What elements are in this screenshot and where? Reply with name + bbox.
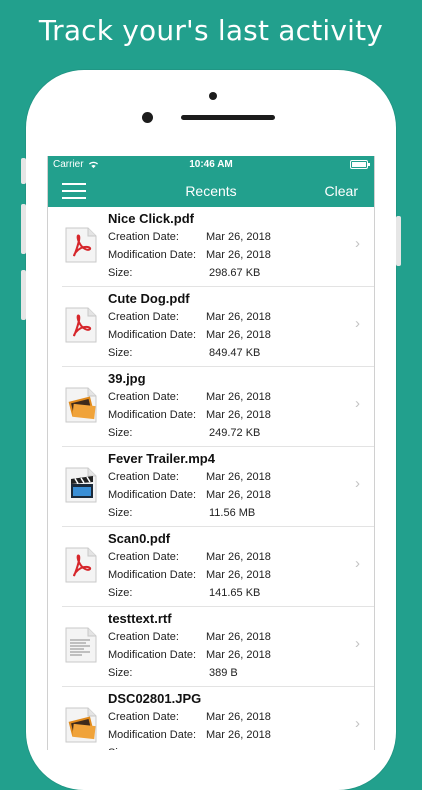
modification-date-value: Mar 26, 2018: [206, 649, 271, 661]
creation-date-label: Creation Date:: [108, 631, 179, 643]
size-value: 249.72 KB: [209, 427, 261, 439]
menu-icon[interactable]: [62, 182, 88, 200]
headline: Track your's last activity: [38, 14, 384, 47]
chevron-right-icon: ›: [355, 395, 360, 412]
modification-date-label: Modification Date:: [108, 249, 197, 261]
file-name: Scan0.pdf: [108, 531, 171, 546]
status-bar: Carrier 10:46 AM: [48, 156, 374, 174]
modification-date-value: Mar 26, 2018: [206, 729, 271, 741]
file-row-6[interactable]: testtext.rtf Creation Date: Mar 26, 2018…: [62, 607, 374, 687]
modification-date-label: Modification Date:: [108, 649, 197, 661]
size-label: Size:: [108, 347, 133, 359]
recent-files-list: Nice Click.pdf Creation Date: Mar 26, 20…: [48, 207, 374, 750]
file-row-2[interactable]: Cute Dog.pdf Creation Date: Mar 26, 2018…: [62, 287, 374, 367]
image-icon: [62, 706, 100, 744]
size-value: 849.47 KB: [209, 347, 261, 359]
size-label: Size:: [108, 667, 133, 679]
size-value: 298.67 KB: [209, 267, 261, 279]
creation-date-value: Mar 26, 2018: [206, 311, 271, 323]
modification-date-label: Modification Date:: [108, 729, 197, 741]
file-name: testtext.rtf: [108, 611, 172, 626]
modification-date-label: Modification Date:: [108, 569, 197, 581]
chevron-right-icon: ›: [355, 635, 360, 652]
pdf-icon: [62, 546, 100, 584]
pdf-icon: [62, 306, 100, 344]
phone-side-button: [21, 158, 26, 184]
file-name: DSC02801.JPG: [108, 691, 202, 706]
creation-date-label: Creation Date:: [108, 311, 179, 323]
file-row-1[interactable]: Nice Click.pdf Creation Date: Mar 26, 20…: [62, 207, 374, 287]
size-label: Size:: [108, 267, 133, 279]
image-icon: [62, 386, 100, 424]
size-label: Size:: [108, 507, 133, 519]
size-value: 11.56 MB: [209, 507, 256, 519]
battery-icon: [350, 160, 370, 169]
creation-date-value: Mar 26, 2018: [206, 711, 271, 723]
creation-date-value: Mar 26, 2018: [206, 551, 271, 563]
earpiece-speaker: [181, 115, 275, 120]
modification-date-value: Mar 26, 2018: [206, 329, 271, 341]
creation-date-value: Mar 26, 2018: [206, 231, 271, 243]
modification-date-value: Mar 26, 2018: [206, 569, 271, 581]
creation-date-label: Creation Date:: [108, 711, 179, 723]
front-camera: [209, 92, 217, 100]
creation-date-label: Creation Date:: [108, 551, 179, 563]
navigation-bar: Recents Clear: [48, 174, 374, 207]
creation-date-label: Creation Date:: [108, 471, 179, 483]
phone-volume-down: [21, 270, 26, 320]
size-label: Size:: [108, 427, 133, 439]
phone-power-button: [396, 216, 401, 266]
modification-date-label: Modification Date:: [108, 409, 197, 421]
text-document-icon: [62, 626, 100, 664]
status-time: 10:46 AM: [189, 159, 233, 170]
app-screen: Carrier 10:46 AM Recents Clear Nice Clic…: [47, 156, 375, 750]
chevron-right-icon: ›: [355, 315, 360, 332]
chevron-right-icon: ›: [355, 235, 360, 252]
file-name: Fever Trailer.mp4: [108, 451, 215, 466]
creation-date-value: Mar 26, 2018: [206, 471, 271, 483]
creation-date-value: Mar 26, 2018: [206, 631, 271, 643]
modification-date-label: Modification Date:: [108, 489, 197, 501]
modification-date-value: Mar 26, 2018: [206, 249, 271, 261]
file-row-5[interactable]: Scan0.pdf Creation Date: Mar 26, 2018 Mo…: [62, 527, 374, 607]
video-icon: [62, 466, 100, 504]
modification-date-value: Mar 26, 2018: [206, 409, 271, 421]
modification-date-value: Mar 26, 2018: [206, 489, 271, 501]
modification-date-label: Modification Date:: [108, 329, 197, 341]
clear-button[interactable]: Clear: [325, 183, 358, 199]
file-row-7[interactable]: DSC02801.JPG Creation Date: Mar 26, 2018…: [62, 687, 374, 750]
file-name: 39.jpg: [108, 371, 146, 386]
proximity-sensor: [142, 112, 153, 123]
file-name: Cute Dog.pdf: [108, 291, 190, 306]
size-value: 141.65 KB: [209, 587, 261, 599]
chevron-right-icon: ›: [355, 475, 360, 492]
creation-date-label: Creation Date:: [108, 391, 179, 403]
size-value: 389 B: [209, 667, 238, 679]
phone-volume-up: [21, 204, 26, 254]
pdf-icon: [62, 226, 100, 264]
file-name: Nice Click.pdf: [108, 211, 194, 226]
creation-date-value: Mar 26, 2018: [206, 391, 271, 403]
chevron-right-icon: ›: [355, 715, 360, 732]
file-row-3[interactable]: 39.jpg Creation Date: Mar 26, 2018 Modif…: [62, 367, 374, 447]
file-row-4[interactable]: Fever Trailer.mp4 Creation Date: Mar 26,…: [62, 447, 374, 527]
chevron-right-icon: ›: [355, 555, 360, 572]
creation-date-label: Creation Date:: [108, 231, 179, 243]
size-label: Size:: [108, 587, 133, 599]
